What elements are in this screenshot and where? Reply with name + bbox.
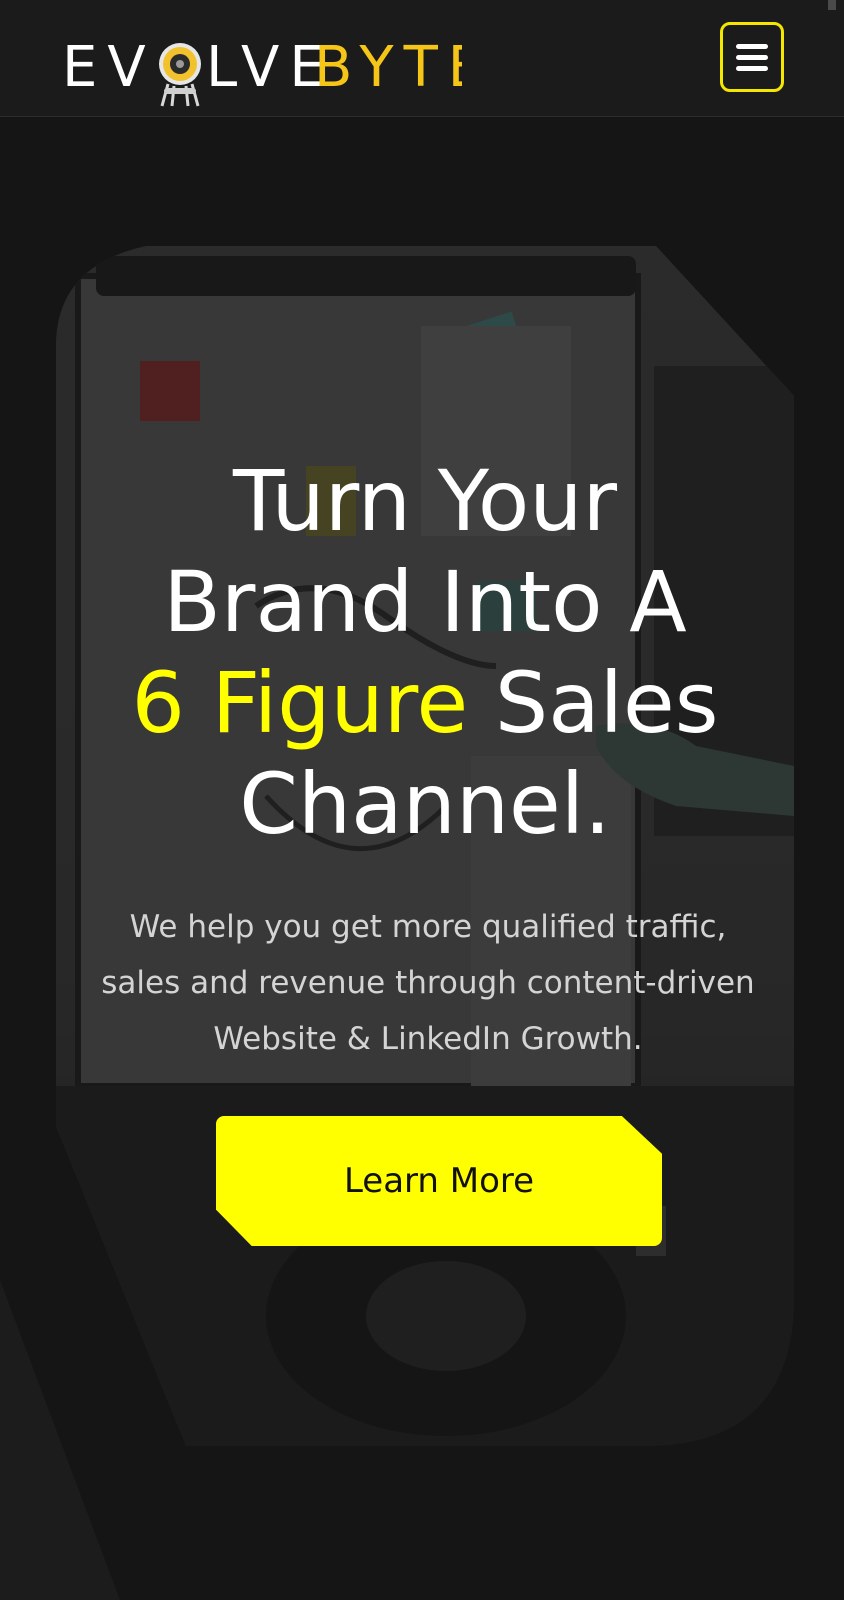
headline-line-3: Sales (494, 654, 719, 752)
logo-text-byte: BYTE (314, 35, 462, 100)
site-logo[interactable]: EV LVE BYTE (62, 34, 462, 112)
hamburger-menu-icon (736, 44, 768, 49)
learn-more-button[interactable]: Learn More (216, 1116, 662, 1246)
subtitle-line-1: We help you get more qualified traffic, (129, 909, 727, 945)
hamburger-menu-icon-bar (736, 66, 768, 71)
headline-line-1: Turn Your (232, 452, 618, 550)
hamburger-menu-icon-bar (736, 55, 768, 60)
logo-wordmark: EV LVE BYTE (62, 35, 462, 107)
site-header: EV LVE BYTE (0, 0, 844, 117)
hero-headline: Turn Your Brand Into A 6 Figure Sales Ch… (56, 451, 794, 855)
subtitle-line-2: sales and revenue through content-driven (101, 965, 755, 1001)
subtitle-line-3: Website & LinkedIn Growth. (213, 1021, 643, 1057)
headline-line-2: Brand Into A (163, 553, 687, 651)
hero-subtitle: We help you get more qualified traffic, … (66, 899, 790, 1067)
speaker-robot-icon (159, 43, 201, 107)
scrollbar-thumb[interactable] (828, 0, 836, 10)
hamburger-menu-button[interactable] (720, 22, 784, 92)
headline-highlight: 6 Figure (131, 654, 469, 752)
hero-section: Turn Your Brand Into A 6 Figure Sales Ch… (56, 246, 794, 1446)
page: EV LVE BYTE (0, 0, 844, 1600)
logo-text-ev: EV (62, 35, 156, 100)
headline-line-4: Channel. (239, 755, 611, 853)
